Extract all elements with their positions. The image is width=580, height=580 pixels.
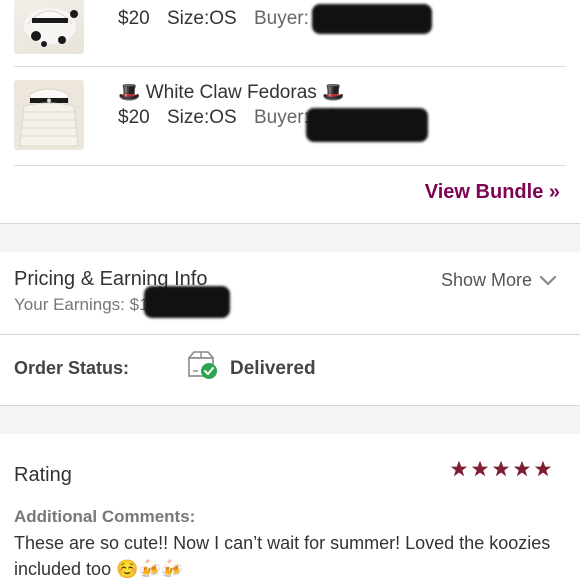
bundle-section: $20 Size:OS Buyer: mbourgon23 🎩 White Cl… <box>0 0 580 224</box>
item-size: Size:OS <box>166 107 237 128</box>
fedora-photo-icon <box>24 8 78 47</box>
divider <box>14 66 566 67</box>
item-price: $20 <box>118 107 150 128</box>
star-icon <box>471 460 489 477</box>
top-hat-icon: 🎩 <box>322 82 345 102</box>
comments-text: These are so cute!! Now I can’t wait for… <box>14 533 551 579</box>
item-price: $20 <box>118 8 150 29</box>
item-thumbnail[interactable] <box>14 0 84 54</box>
order-status-label: Order Status: <box>14 358 130 378</box>
star-icon <box>492 460 510 477</box>
rating-title: Rating <box>14 464 72 486</box>
earnings-label: Your Earnings: $ <box>14 295 140 314</box>
section-gap <box>0 224 580 252</box>
rating-section: Rating Additional Comments: These are so… <box>0 434 580 580</box>
bundle-item[interactable]: 🎩 White Claw Fedoras 🎩 $20 Size:OS Buyer… <box>0 80 580 150</box>
section-gap <box>0 406 580 434</box>
order-status-value: Delivered <box>230 358 316 379</box>
rating-stars <box>450 460 552 477</box>
redaction-mark <box>306 108 428 142</box>
view-bundle-link[interactable]: View Bundle » <box>425 181 560 204</box>
item-title-text: White Claw Fedoras <box>145 82 317 103</box>
divider <box>14 165 566 166</box>
bundle-item[interactable]: $20 Size:OS Buyer: mbourgon23 <box>0 0 580 54</box>
chevron-down-icon <box>540 275 556 285</box>
redaction-mark <box>312 4 432 34</box>
top-hat-icon: 🎩 <box>118 82 141 102</box>
delivered-box-icon <box>188 351 217 379</box>
star-icon <box>513 460 531 477</box>
order-status-section: Order Status: Delivered <box>0 335 580 406</box>
star-icon <box>450 460 468 477</box>
item-title[interactable]: 🎩 White Claw Fedoras 🎩 <box>118 82 344 104</box>
pricing-section[interactable]: Pricing & Earning Info Your Earnings: $1… <box>0 252 580 335</box>
item-thumbnail[interactable] <box>14 80 84 150</box>
item-size: Size:OS <box>166 8 237 29</box>
redaction-mark <box>144 286 230 318</box>
show-more-button[interactable]: Show More <box>441 270 556 291</box>
fedora-photo-icon <box>14 80 84 150</box>
show-more-label: Show More <box>440 270 532 290</box>
star-icon <box>534 460 552 477</box>
comments-label: Additional Comments: <box>14 507 196 526</box>
